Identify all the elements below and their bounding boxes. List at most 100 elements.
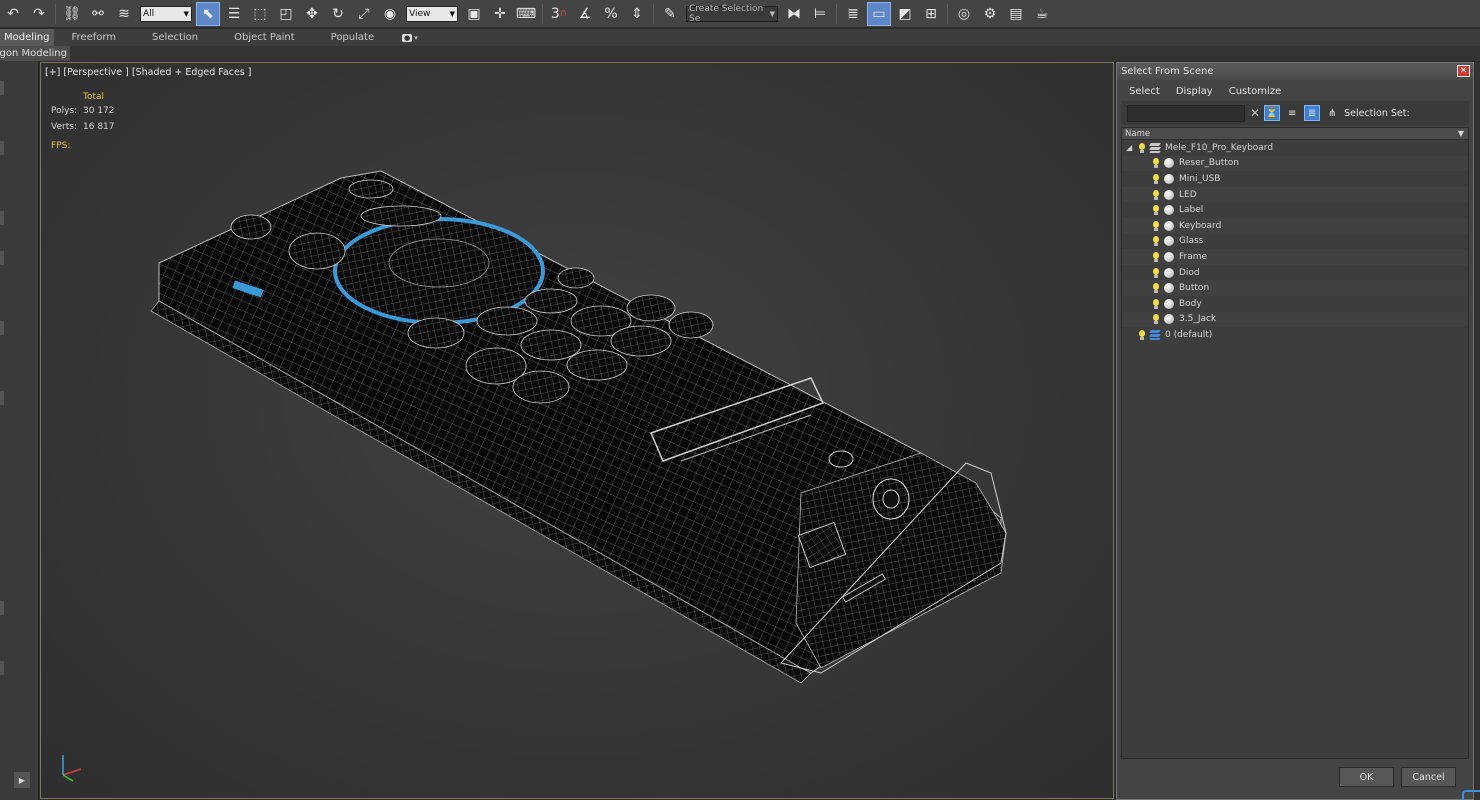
close-icon[interactable]: ✕ (1457, 65, 1470, 77)
list-item-default-layer[interactable]: 0 (default) (1122, 327, 1468, 343)
list-item[interactable]: Button (1122, 280, 1468, 296)
tab-populate[interactable]: Populate (313, 29, 392, 46)
layer-explorer-icon[interactable]: ≣ (841, 2, 865, 26)
cancel-button[interactable]: Cancel (1401, 767, 1456, 787)
ribbon-options-dropdown[interactable]: ● ▾ (392, 29, 428, 46)
visibility-bulb-icon[interactable] (1152, 205, 1160, 216)
edit-named-selection-icon[interactable]: ✎ (658, 2, 682, 26)
filter-icon[interactable]: ⏳ (1264, 105, 1281, 121)
reference-coordinate-dropdown[interactable]: View ▼ (406, 5, 458, 22)
viewport-label[interactable]: [+] [Perspective ] [Shaded + Edged Faces… (45, 67, 251, 78)
visibility-bulb-icon[interactable] (1152, 158, 1160, 169)
menu-select[interactable]: Select (1121, 86, 1168, 97)
rectangular-selection-icon[interactable]: ⬚ (248, 2, 272, 26)
object-sphere-icon (1164, 267, 1174, 278)
menu-customize[interactable]: Customize (1221, 86, 1290, 97)
visibility-bulb-icon[interactable] (1152, 251, 1160, 262)
list-item[interactable]: Body (1122, 296, 1468, 312)
list-item[interactable]: LED (1122, 186, 1468, 203)
list-item[interactable]: Frame (1122, 249, 1468, 265)
render-production-icon[interactable]: ☕ (1030, 2, 1054, 26)
search-input[interactable] (1127, 104, 1245, 122)
rendered-frame-window-icon[interactable]: ▤ (1004, 2, 1028, 26)
strip-handle[interactable] (0, 251, 4, 265)
schematic-view-icon[interactable]: ⊞ (919, 2, 943, 26)
object-sphere-icon (1164, 220, 1174, 231)
expand-triangle-icon[interactable]: ◢ (1126, 143, 1132, 152)
placement-icon[interactable]: ◉ (378, 2, 402, 26)
select-object-icon[interactable]: ⬉ (196, 1, 220, 26)
strip-handle[interactable] (0, 211, 4, 225)
clear-search-icon[interactable]: ✕ (1250, 106, 1260, 120)
object-sphere-icon (1164, 189, 1174, 200)
visibility-bulb-icon[interactable] (1138, 142, 1146, 153)
strip-handle[interactable] (0, 391, 4, 405)
visibility-bulb-icon[interactable] (1152, 220, 1160, 231)
snaps-toggle-icon[interactable]: 3 ∩ (547, 2, 571, 26)
undo-icon[interactable]: ↶ (1, 2, 25, 26)
bind-space-warp-icon[interactable]: ≋ (112, 2, 136, 26)
list-item[interactable]: Diod (1122, 265, 1468, 281)
polygon-modeling-label: Polygon Modeling (0, 48, 67, 59)
list-item[interactable]: Mini_USB (1122, 171, 1468, 187)
ok-button[interactable]: OK (1339, 767, 1394, 787)
material-editor-icon[interactable]: ◎ (952, 2, 976, 26)
move-icon[interactable]: ✥ (300, 2, 324, 26)
render-setup-icon[interactable]: ⚙ (978, 2, 1002, 26)
named-selection-set-dropdown[interactable]: Create Selection Se ▼ (686, 4, 778, 24)
redo-icon[interactable]: ↷ (27, 2, 51, 26)
list-item-root[interactable]: ◢ Mele_F10_Pro_Keyboard (1122, 140, 1468, 156)
select-and-link-icon[interactable]: ⛓ (60, 2, 84, 26)
visibility-bulb-icon[interactable] (1152, 298, 1160, 309)
visibility-bulb-icon[interactable] (1138, 329, 1146, 340)
column-header-name[interactable]: Name ▼ (1122, 128, 1468, 140)
perspective-viewport[interactable]: [+] [Perspective ] [Shaded + Edged Faces… (40, 62, 1114, 799)
curve-editor-icon[interactable]: ◩ (893, 2, 917, 26)
scene-object-list[interactable]: Name ▼ ◢ Mele_F10_Pro_Keyboard Reser_But… (1121, 127, 1469, 759)
visibility-bulb-icon[interactable] (1152, 267, 1160, 278)
angle-snap-icon[interactable]: ∡ (573, 2, 597, 26)
hierarchy-icon[interactable]: ⋔ (1324, 105, 1340, 121)
list-item[interactable]: Label (1122, 202, 1468, 218)
rotate-icon[interactable]: ↻ (326, 2, 350, 26)
select-by-name-icon[interactable]: ☰ (222, 2, 246, 26)
list-item[interactable]: 3.5_Jack (1122, 311, 1468, 328)
visibility-bulb-icon[interactable] (1152, 189, 1160, 200)
window-crossing-icon[interactable]: ◰ (274, 2, 298, 26)
sort-icon[interactable]: ≡ (1284, 105, 1300, 121)
list-item[interactable]: Keyboard (1122, 217, 1468, 234)
polygon-modeling-panel[interactable]: Polygon Modeling (0, 46, 70, 61)
unlink-icon[interactable]: ⚯ (86, 2, 110, 26)
pivot-center-icon[interactable]: ▣ (462, 2, 486, 26)
menu-display[interactable]: Display (1168, 86, 1221, 97)
mirror-icon[interactable]: ⧓ (782, 2, 806, 26)
align-icon[interactable]: ⊨ (808, 2, 832, 26)
selection-filter-dropdown[interactable]: All ▼ (140, 5, 192, 22)
strip-handle[interactable] (0, 601, 4, 615)
strip-handle[interactable] (0, 141, 4, 155)
percent-snap-icon[interactable]: % (599, 2, 623, 26)
toggle-ribbon-icon[interactable]: ▭ (867, 1, 891, 26)
tab-object-paint[interactable]: Object Paint (216, 29, 313, 46)
manipulate-icon[interactable]: ✛ (488, 2, 512, 26)
strip-handle[interactable] (0, 321, 4, 335)
viewport-play-icon[interactable]: ▶ (14, 772, 30, 788)
tab-freeform[interactable]: Freeform (54, 29, 135, 46)
tab-modeling[interactable]: Modeling (0, 29, 54, 46)
spinner-snap-icon[interactable]: ⇕ (625, 2, 649, 26)
list-item[interactable]: Reser_Button (1122, 155, 1468, 172)
visibility-bulb-icon[interactable] (1152, 314, 1160, 325)
visibility-bulb-icon[interactable] (1152, 236, 1160, 247)
dialog-title-bar[interactable]: Select From Scene ✕ (1117, 63, 1473, 80)
visibility-bulb-icon[interactable] (1152, 173, 1160, 184)
strip-handle[interactable] (0, 81, 4, 95)
tab-selection[interactable]: Selection (134, 29, 216, 46)
keyboard-shortcut-icon[interactable]: ⌨ (514, 2, 538, 26)
strip-handle[interactable] (0, 661, 4, 675)
list-item[interactable]: Glass (1122, 234, 1468, 250)
layers-icon[interactable]: ≣ (1304, 105, 1321, 121)
scale-icon[interactable]: ⤢ (352, 2, 376, 26)
visibility-bulb-icon[interactable] (1152, 283, 1160, 294)
chevron-down-icon[interactable]: ▼ (1458, 129, 1464, 138)
list-item-label: Mini_USB (1179, 173, 1221, 184)
